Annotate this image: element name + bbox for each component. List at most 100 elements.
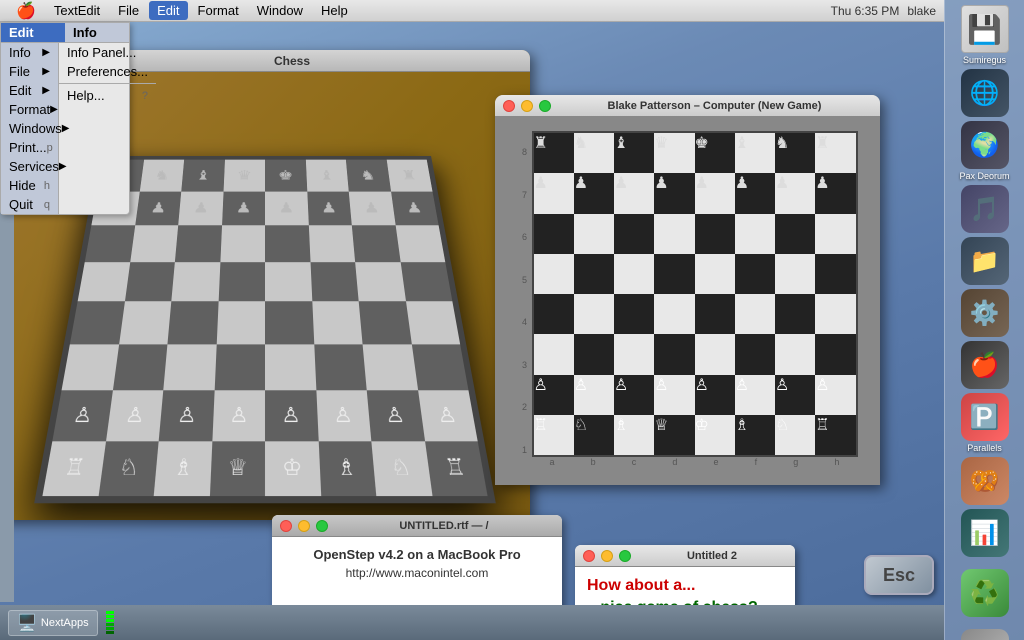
menu-edit[interactable]: Edit	[149, 1, 187, 20]
dock-item-1[interactable]: 🌐	[953, 69, 1017, 117]
dropdown-item-format[interactable]: Format▶	[1, 100, 58, 119]
dropdown-header-right[interactable]: Info	[65, 23, 129, 42]
chess-window-2: Blake Patterson – Computer (New Game) 87…	[495, 95, 880, 485]
dock-icon-apple: 🍎	[961, 341, 1009, 389]
dropdown-header-left[interactable]: Edit	[1, 23, 65, 42]
dropdown-item-quit[interactable]: Quitq	[1, 195, 58, 214]
textedit-title: UNTITLED.rtf — /	[334, 520, 554, 532]
chess-2-grid: ♜ ♞ ♝ ♛ ♚ ♝ ♞ ♜ ♟ ♟ ♟ ♟ ♟ ♟	[534, 133, 856, 455]
dock-item-pretzel[interactable]: 🥨	[953, 457, 1017, 505]
recycle-icon: ♻️	[961, 569, 1009, 617]
cell-c8: ♝	[181, 160, 224, 192]
menu-help[interactable]: Help	[313, 1, 356, 20]
menu-format[interactable]: Format	[190, 1, 247, 20]
textedit-max[interactable]	[316, 520, 328, 532]
menubar-time: Thu 6:35 PM	[831, 4, 900, 18]
dropdown-item-hide[interactable]: Hideh	[1, 176, 58, 195]
dropdown-left-col: Info▶ File▶ Edit▶ Format▶ Windows▶ Print…	[1, 43, 59, 214]
dock-recycle-wrapper: ♻️	[953, 561, 1017, 625]
cell-h7: ♟	[391, 191, 439, 225]
right-sidebar: 💾 Sumiregus 🌐 🌍 Pax Deorum 🎵 📁 ⚙️ 🍎 🅿️ P…	[944, 0, 1024, 640]
textedit-min[interactable]	[298, 520, 310, 532]
dock-icon-1: 🌐	[961, 69, 1009, 117]
cell-e7: ♟	[265, 191, 308, 225]
dropdown-item-print[interactable]: Print...p	[1, 138, 58, 157]
dock-icon-music: 🎵	[961, 185, 1009, 233]
menubar: 🍎 TextEdit File Edit Format Window Help …	[0, 0, 944, 22]
dock-icon-pretzel: 🥨	[961, 457, 1009, 505]
cell-r3-1	[85, 225, 135, 262]
dock-label-sumiregus: Sumiregus	[963, 55, 1006, 65]
dock-icon-pax: 🌍	[961, 121, 1009, 169]
dropdown-item-infopanel[interactable]: Info Panel...	[59, 43, 156, 62]
dock-item-pax[interactable]: 🌍 Pax Deorum	[953, 121, 1017, 181]
chess-2-content: 87654321 ♜ ♞ ♝ ♛ ♚ ♝ ♞ ♜ ♟	[495, 117, 880, 485]
dock-item-openstep[interactable]: ♞ OPENSTEP	[953, 629, 1017, 640]
dock-item-chart[interactable]: 📊	[953, 509, 1017, 557]
dock-icon-parallels: 🅿️	[961, 393, 1009, 441]
dock-item-recycle[interactable]: ♻️	[953, 561, 1017, 625]
untitled2-titlebar: Untitled 2	[575, 545, 795, 567]
taskbar-nextapps[interactable]: 🖥️ NextApps	[8, 610, 98, 636]
menubar-right: Thu 6:35 PM blake	[831, 4, 936, 18]
cell-c7: ♟	[178, 191, 223, 225]
untitled2-close[interactable]	[583, 550, 595, 562]
menu-window[interactable]: Window	[249, 1, 311, 20]
dock-item-gear[interactable]: ⚙️	[953, 289, 1017, 337]
dropdown-item-windows[interactable]: Windows▶	[1, 119, 58, 138]
dock-label-pax: Pax Deorum	[959, 171, 1009, 181]
esc-label: Esc	[883, 565, 915, 586]
taskbar-label: NextApps	[41, 617, 89, 629]
untitled2-min[interactable]	[601, 550, 613, 562]
cell-d7: ♟	[222, 191, 265, 225]
menu-textedit[interactable]: TextEdit	[46, 1, 108, 20]
cell-f7: ♟	[307, 191, 352, 225]
parallels-taskbar: 🖥️ NextApps	[0, 605, 944, 640]
cell-e8: ♚	[265, 160, 307, 192]
chess-2-min[interactable]	[521, 100, 533, 112]
esc-button[interactable]: Esc	[864, 555, 934, 595]
dropdown-item-info[interactable]: Info▶	[1, 43, 58, 62]
dropdown-item-file[interactable]: File▶	[1, 62, 58, 81]
volume-indicator	[106, 611, 114, 634]
desktop: otherguest — Parallels Workstation 🍎 Tex…	[0, 0, 1024, 640]
cell-h8: ♜	[386, 160, 432, 192]
dropdown-item-services[interactable]: Services▶	[1, 157, 58, 176]
dock-item-folder[interactable]: 📁	[953, 237, 1017, 285]
dock-item-hd[interactable]: 💾 Sumiregus	[953, 5, 1017, 65]
cell-g8: ♞	[346, 160, 391, 192]
dropdown-item-preferences[interactable]: Preferences...	[59, 62, 156, 81]
textedit-close[interactable]	[280, 520, 292, 532]
chess-2-board-wrapper: 87654321 ♜ ♞ ♝ ♛ ♚ ♝ ♞ ♜ ♟	[518, 131, 858, 471]
chess-2-close[interactable]	[503, 100, 515, 112]
cell-g7: ♟	[349, 191, 395, 225]
cell-d8: ♛	[223, 160, 265, 192]
dock-item-parallels[interactable]: 🅿️ Parallels	[953, 393, 1017, 453]
edit-dropdown: Edit Info Info▶ File▶ Edit▶ Format▶ Wind…	[0, 22, 130, 215]
dock-icon-chart: 📊	[961, 509, 1009, 557]
dock-item-music[interactable]: 🎵	[953, 185, 1017, 233]
chess-red-text: How about a...	[587, 577, 695, 595]
chess-2-grid-wrapper: ♜ ♞ ♝ ♛ ♚ ♝ ♞ ♜ ♟ ♟ ♟ ♟ ♟ ♟	[532, 131, 858, 457]
chess-2-titlebar: Blake Patterson – Computer (New Game)	[495, 95, 880, 117]
dock-label-parallels: Parallels	[967, 443, 1002, 453]
textedit-line1: OpenStep v4.2 on a MacBook Pro	[287, 547, 547, 562]
dock-icon-openstep: ♞	[961, 629, 1009, 640]
menu-file[interactable]: File	[110, 1, 147, 20]
board-coords-bottom: abcdefgh	[532, 457, 858, 467]
dropdown-right-col: Info Panel... Preferences... Help...?	[59, 43, 156, 214]
cell-f8: ♝	[305, 160, 348, 192]
dropdown-item-help[interactable]: Help...?	[59, 86, 156, 105]
textedit-titlebar: UNTITLED.rtf — /	[272, 515, 562, 537]
chess-2-title: Blake Patterson – Computer (New Game)	[557, 100, 872, 112]
dock-item-apple[interactable]: 🍎	[953, 341, 1017, 389]
untitled2-max[interactable]	[619, 550, 631, 562]
dropdown-item-edit[interactable]: Edit▶	[1, 81, 58, 100]
apple-menu[interactable]: 🍎	[8, 0, 44, 23]
dock-icon-gear: ⚙️	[961, 289, 1009, 337]
menubar-user: blake	[907, 4, 936, 18]
chess-2-max[interactable]	[539, 100, 551, 112]
untitled2-title: Untitled 2	[637, 550, 787, 562]
hd-icon: 💾	[961, 5, 1009, 53]
textedit-content: OpenStep v4.2 on a MacBook Pro http://ww…	[272, 537, 562, 590]
